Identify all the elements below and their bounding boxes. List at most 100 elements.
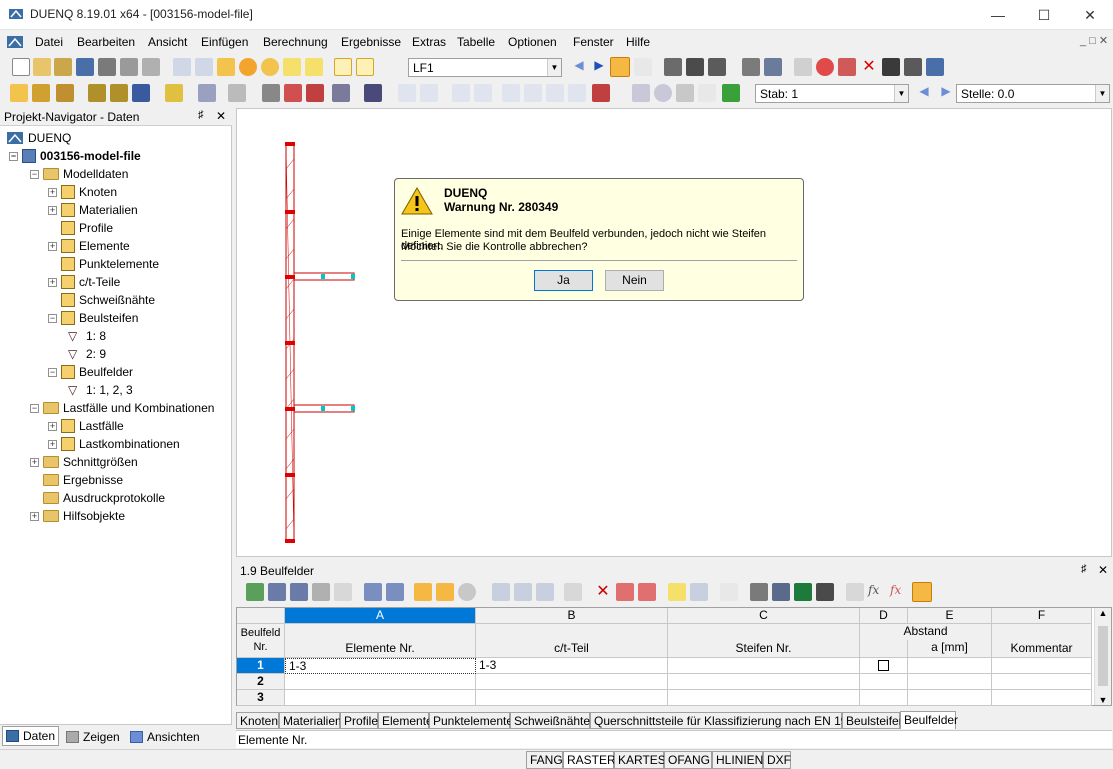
print-icon[interactable] <box>98 58 116 76</box>
undo-icon[interactable] <box>173 58 191 76</box>
cell-ct-teil[interactable]: 1-3 <box>476 658 668 674</box>
expand-icon[interactable]: + <box>48 187 57 197</box>
selection-icon[interactable] <box>764 58 782 76</box>
status-toggle-dxf[interactable]: DXF <box>763 751 791 769</box>
cell-elemente[interactable] <box>285 674 476 690</box>
function-icon[interactable]: fx <box>868 583 886 601</box>
tab-zeigen[interactable]: Zeigen <box>66 728 120 746</box>
view-icon-1[interactable] <box>664 58 682 76</box>
status-toggle-kartes[interactable]: KARTES <box>614 751 666 769</box>
close-button[interactable]: ✕ <box>1067 0 1113 30</box>
measure-icon[interactable] <box>794 58 812 76</box>
cell-abstand[interactable] <box>908 658 992 674</box>
tree-item-10[interactable]: ▽ 2: 9 <box>68 345 106 363</box>
panel-stiffener-icon[interactable] <box>110 84 128 102</box>
move-up-icon[interactable] <box>492 583 510 601</box>
column-letter[interactable]: D <box>860 608 908 624</box>
loadcase-select[interactable]: LF1 ▼ <box>408 58 562 77</box>
load-icon[interactable] <box>165 84 183 102</box>
tree-item-16[interactable]: + Schnittgrößen <box>30 453 138 471</box>
menu-ansicht[interactable]: Ansicht <box>148 35 187 49</box>
insert-row-icon[interactable] <box>268 583 286 601</box>
sigma-v-icon[interactable] <box>546 84 564 102</box>
menu-fenster[interactable]: Fenster <box>573 35 614 49</box>
expand-icon[interactable]: + <box>48 421 57 431</box>
save-icon[interactable] <box>76 58 94 76</box>
tree-item-13[interactable]: − Lastfälle und Kombinationen <box>30 399 214 417</box>
collapse-icon[interactable]: − <box>30 403 39 413</box>
edit-icon[interactable] <box>217 58 235 76</box>
open-example-icon[interactable] <box>54 58 72 76</box>
cell-elemente[interactable]: 1-3 <box>285 658 476 674</box>
delete-icon[interactable]: ✕ <box>860 58 878 76</box>
show-results-icon[interactable] <box>610 57 630 77</box>
collapse-icon[interactable]: − <box>48 313 57 323</box>
tree-item-7[interactable]: Schweißnähte <box>48 291 155 309</box>
tree-model[interactable]: − 003156-model-file <box>9 147 141 165</box>
previous-member-icon[interactable]: ◀ <box>915 84 933 102</box>
filter-2-icon[interactable] <box>436 583 454 601</box>
check-stress-icon[interactable] <box>306 84 324 102</box>
tree-item-3[interactable]: Profile <box>48 219 113 237</box>
filter-icon[interactable] <box>414 583 432 601</box>
menu-optionen[interactable]: Optionen <box>508 35 557 49</box>
symmetry-icon[interactable] <box>838 58 856 76</box>
colors-icon[interactable] <box>722 84 740 102</box>
sort-icon[interactable] <box>536 583 554 601</box>
stiffener-icon[interactable] <box>88 84 106 102</box>
tree-item-14[interactable]: + Lastfälle <box>48 417 124 435</box>
shape-icon[interactable] <box>654 84 672 102</box>
menu-hilfe[interactable]: Hilfe <box>626 35 650 49</box>
chart-icon[interactable] <box>846 583 864 601</box>
scroll-up-icon[interactable]: ▲ <box>1095 608 1111 618</box>
dimension-icon[interactable] <box>228 84 246 102</box>
tree-item-12[interactable]: ▽ 1: 1, 2, 3 <box>68 381 133 399</box>
cell-abstand[interactable] <box>908 674 992 690</box>
values-icon[interactable] <box>634 58 652 76</box>
sheet-tab[interactable]: Schweißnähte <box>510 712 590 729</box>
sigma-xpl-icon[interactable] <box>592 84 610 102</box>
sheet-tab[interactable]: Materialien <box>279 712 342 729</box>
import-icon[interactable] <box>364 583 382 601</box>
row-number[interactable]: 1 <box>237 658 285 674</box>
cell-elemente[interactable] <box>285 690 476 706</box>
panel-icon[interactable] <box>334 58 352 76</box>
expand-icon[interactable]: + <box>48 439 57 449</box>
clear-row-icon[interactable] <box>312 583 330 601</box>
tree-item-8[interactable]: − Beulsteifen <box>48 309 138 327</box>
tree-item-11[interactable]: − Beulfelder <box>48 363 133 381</box>
table-scrollbar[interactable]: ▲ ▼ <box>1094 608 1111 705</box>
cell-ct-teil[interactable] <box>476 674 668 690</box>
status-toggle-hlinien[interactable]: HLINIEN <box>712 751 763 769</box>
move-down-icon[interactable] <box>514 583 532 601</box>
table-icon[interactable] <box>305 58 323 76</box>
settings-icon[interactable] <box>904 58 922 76</box>
sigma-x-icon[interactable] <box>502 84 520 102</box>
ratio-icon[interactable] <box>568 84 586 102</box>
table-edit-icon[interactable] <box>246 583 264 601</box>
sheet-tab[interactable]: Beulsteifen <box>842 712 905 729</box>
cell-steifen[interactable] <box>668 674 860 690</box>
tab-daten[interactable]: Daten <box>2 726 60 746</box>
table-grid-icon[interactable] <box>668 583 686 601</box>
close-table-icon[interactable]: ✕ <box>1098 563 1108 577</box>
graphic-canvas[interactable] <box>236 108 1112 557</box>
profile-table-icon[interactable] <box>912 582 932 602</box>
grid-icon[interactable] <box>742 58 760 76</box>
tree-item-17[interactable]: Ergebnisse <box>30 471 123 489</box>
menu-berechnung[interactable]: Berechnung <box>263 35 328 49</box>
tree-item-19[interactable]: + Hilfsobjekte <box>30 507 125 525</box>
insert-col-icon[interactable] <box>638 583 656 601</box>
next-loadcase-icon[interactable]: ▶ <box>590 58 608 76</box>
menu-ergebnisse[interactable]: Ergebnisse <box>341 35 401 49</box>
mdi-controls[interactable]: _ □ ✕ <box>1080 34 1108 47</box>
check-icon[interactable] <box>262 84 280 102</box>
cell-steifen[interactable] <box>668 690 860 706</box>
node-icon[interactable] <box>10 84 28 102</box>
close-navigator-icon[interactable]: ✕ <box>216 109 226 123</box>
table-view-2-icon[interactable] <box>690 583 708 601</box>
profile-icon[interactable] <box>132 84 150 102</box>
document-menu-icon[interactable] <box>6 34 24 50</box>
expand-icon[interactable]: + <box>30 457 39 467</box>
calculate-icon[interactable] <box>239 58 257 76</box>
